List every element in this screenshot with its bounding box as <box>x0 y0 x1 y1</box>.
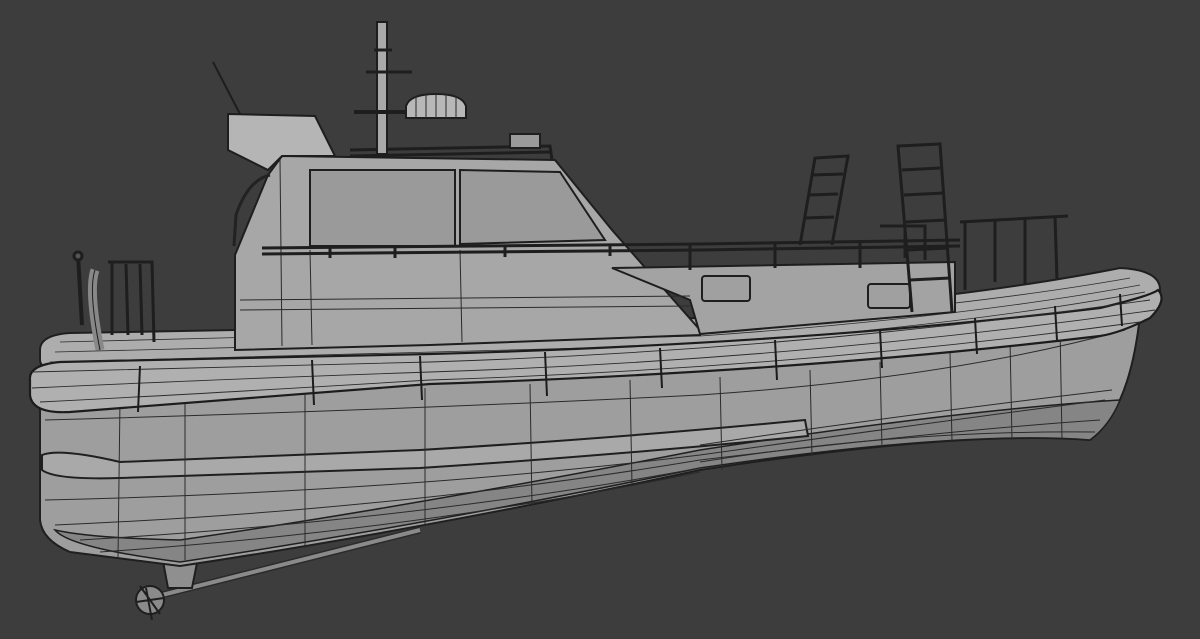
porthole-window-1 <box>701 275 751 302</box>
porthole-window-2 <box>867 283 911 309</box>
boat-render <box>0 0 1200 639</box>
3d-viewport[interactable] <box>0 0 1200 639</box>
cabin-window-1 <box>309 169 456 247</box>
mast <box>376 21 388 155</box>
